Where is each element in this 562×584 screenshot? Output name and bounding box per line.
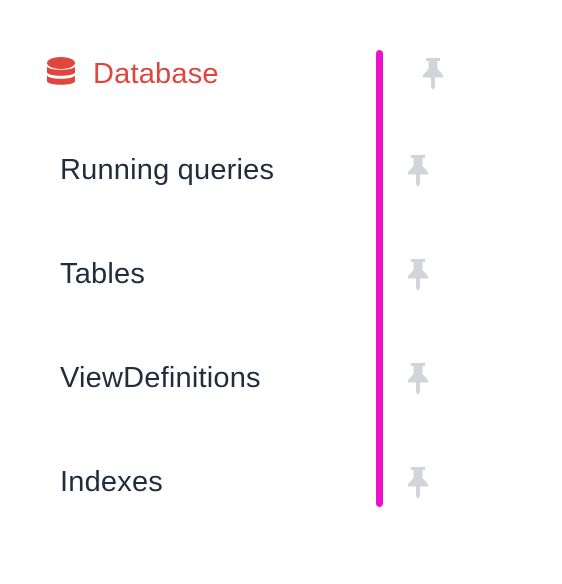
menu-item-label: Running queries bbox=[60, 153, 275, 186]
database-menu-header[interactable]: Database bbox=[45, 52, 219, 96]
menu-item-label: Tables bbox=[60, 257, 146, 290]
menu-item-viewdefinitions[interactable]: ViewDefinitions bbox=[60, 356, 261, 400]
pin-icon[interactable] bbox=[404, 361, 432, 395]
pin-icon[interactable] bbox=[404, 465, 432, 499]
pin-icon[interactable] bbox=[404, 153, 432, 187]
menu-item-label: Indexes bbox=[60, 465, 163, 498]
menu-item-indexes[interactable]: Indexes bbox=[60, 460, 163, 504]
menu-item-tables[interactable]: Tables bbox=[60, 252, 145, 296]
menu-item-running-queries[interactable]: Running queries bbox=[60, 148, 274, 192]
resize-divider[interactable] bbox=[376, 50, 383, 507]
database-menu: Database Running queries Tables ViewDefi… bbox=[0, 0, 562, 584]
database-menu-title: Database bbox=[93, 57, 219, 90]
menu-item-label: ViewDefinitions bbox=[60, 361, 261, 394]
database-icon bbox=[47, 57, 75, 85]
pin-icon[interactable] bbox=[419, 56, 447, 90]
pin-icon[interactable] bbox=[404, 257, 432, 291]
